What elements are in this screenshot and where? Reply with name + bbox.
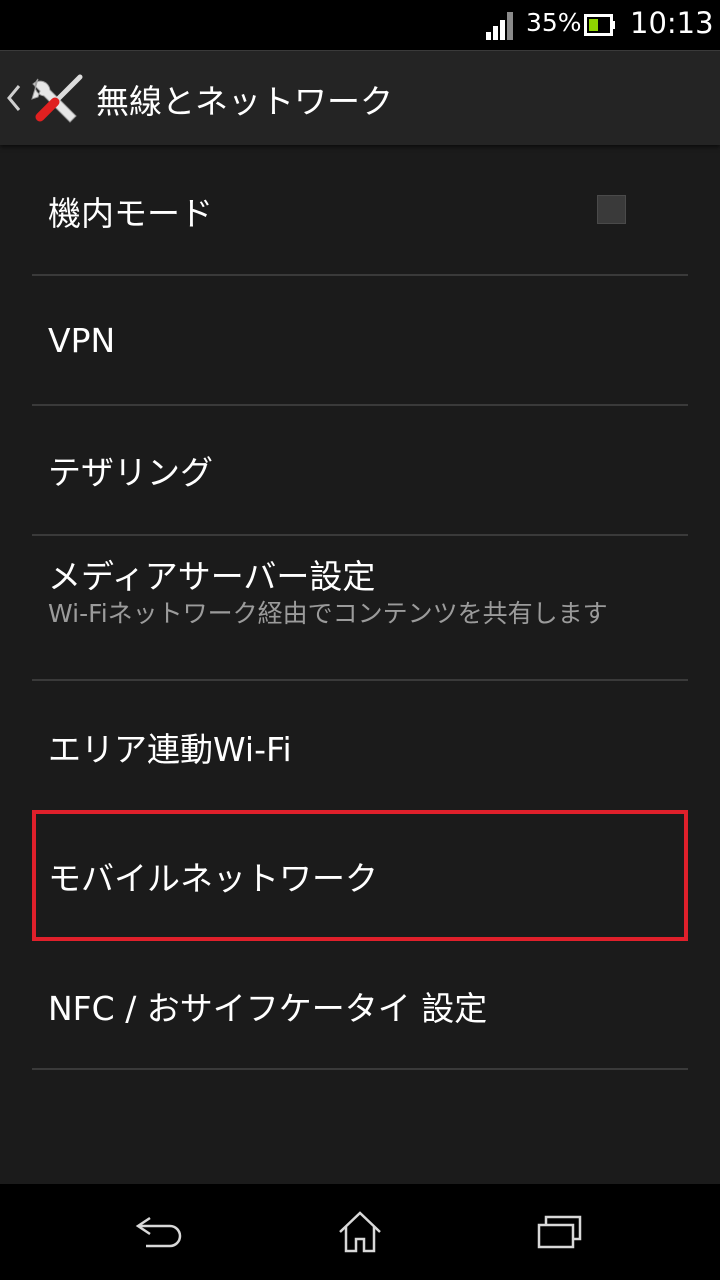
setting-nfc[interactable]: NFC / おサイフケータイ 設定 — [0, 941, 720, 1070]
battery-icon — [584, 14, 615, 36]
setting-mobile-network[interactable]: モバイルネットワーク — [0, 810, 720, 941]
airplane-mode-checkbox[interactable] — [597, 195, 626, 224]
battery-percent: 35% — [526, 8, 582, 37]
setting-title: テザリング — [48, 453, 213, 492]
page-title: 無線とネットワーク — [96, 82, 393, 121]
back-chevron-icon[interactable] — [6, 83, 22, 113]
action-bar: 無線とネットワーク — [0, 50, 720, 145]
setting-title: NFC / おサイフケータイ 設定 — [48, 989, 488, 1028]
signal-icon — [486, 12, 513, 40]
settings-tools-icon[interactable] — [28, 71, 86, 129]
back-icon — [135, 1216, 182, 1248]
setting-title: 機内モード — [48, 194, 213, 233]
status-bar: 35% 10:13 — [0, 0, 720, 50]
divider — [32, 1068, 688, 1070]
nav-recent-button[interactable] — [440, 1184, 680, 1280]
setting-tethering[interactable]: テザリング — [0, 406, 720, 536]
navigation-bar — [0, 1184, 720, 1280]
setting-vpn[interactable]: VPN — [0, 276, 720, 406]
recent-apps-icon — [537, 1215, 582, 1249]
setting-media-server[interactable]: メディアサーバー設定 Wi-Fiネットワーク経由でコンテンツを共有します — [0, 536, 720, 681]
home-icon — [339, 1211, 381, 1253]
clock: 10:13 — [630, 6, 714, 40]
setting-title: メディアサーバー設定 — [48, 557, 376, 596]
setting-title: エリア連動Wi-Fi — [48, 730, 292, 769]
setting-summary: Wi-Fiネットワーク経由でコンテンツを共有します — [48, 599, 608, 628]
settings-list: 機内モード VPN テザリング メディアサーバー設定 Wi-Fiネットワーク経由… — [0, 145, 720, 1070]
setting-area-wifi[interactable]: エリア連動Wi-Fi — [0, 681, 720, 810]
setting-title: VPN — [48, 321, 116, 360]
setting-airplane-mode[interactable]: 機内モード — [0, 145, 720, 276]
setting-title: モバイルネットワーク — [48, 859, 378, 898]
